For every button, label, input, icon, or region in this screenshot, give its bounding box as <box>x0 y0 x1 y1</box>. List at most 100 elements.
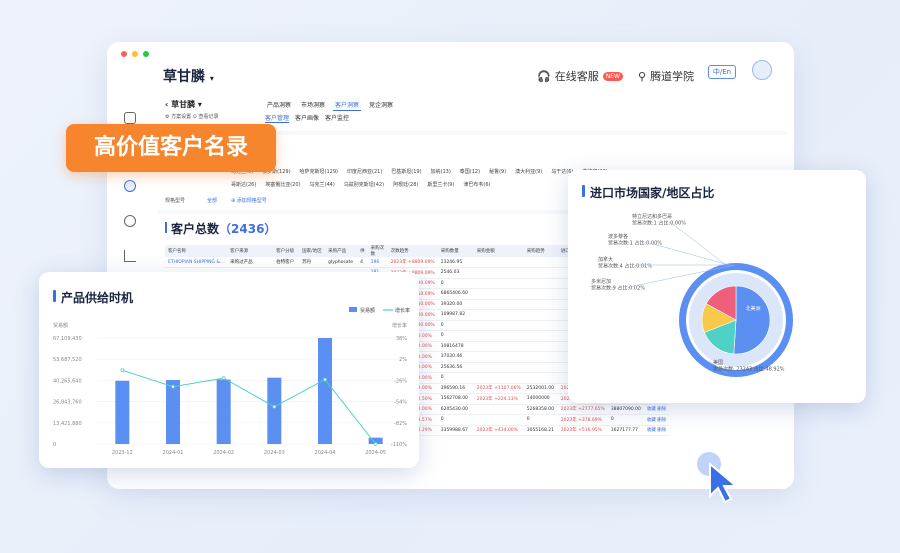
breadcrumb[interactable]: ‹ 草甘膦 ▾ <box>165 99 202 110</box>
annotation-name: 波多黎各 <box>608 233 628 240</box>
tab-customer-insight[interactable]: 客户洞察 <box>333 99 362 111</box>
online-service-button[interactable]: 🎧 在线客服 NEW <box>537 68 623 84</box>
table-cell: 109987.82 <box>437 309 474 321</box>
table-cell <box>523 288 558 300</box>
country-chip[interactable]: 秘鲁(9) <box>489 168 506 175</box>
language-toggle[interactable]: 中/En <box>708 65 736 79</box>
column-header[interactable]: 客户分级 <box>273 245 300 257</box>
tab-market-insight[interactable]: 市场洞察 <box>299 99 327 111</box>
table-cell: 14000000 <box>523 393 558 405</box>
country-chip[interactable]: 哥斯达(26) <box>231 181 256 188</box>
product-selector[interactable]: 草甘膦 ▾ <box>163 66 214 86</box>
growth-point <box>323 377 327 382</box>
table-cell: 2532001.00 <box>523 383 558 394</box>
table-cell: 0 <box>437 414 474 426</box>
column-header[interactable]: 供 <box>357 245 368 257</box>
table-cell: 0 <box>437 320 474 331</box>
annotation-detail: 贸易次数:1 占比:0.00% <box>632 220 686 227</box>
close-dot[interactable] <box>121 51 127 57</box>
top-bar: 草甘膦 ▾ 🎧 在线客服 NEW ⚲ 腾道学院 中/En <box>107 60 794 100</box>
table-cell <box>473 278 524 289</box>
table-cell[interactable]: 收藏 删除 <box>643 414 670 426</box>
table-cell: 6205430.00 <box>437 404 474 415</box>
avatar[interactable] <box>752 60 772 80</box>
country-chip[interactable]: 哈萨克斯坦(129) <box>300 168 338 175</box>
table-cell: 采购过产品 <box>227 257 274 268</box>
country-chip[interactable]: 斯里兰卡(9) <box>427 181 454 188</box>
legend-bar-label: 贸易额 <box>360 307 375 314</box>
table-cell <box>473 341 524 352</box>
minimize-dot[interactable] <box>132 51 138 57</box>
table-cell: 39320.00 <box>437 299 474 310</box>
right-tick-label: -82% <box>394 421 407 427</box>
table-cell <box>473 362 524 373</box>
column-header[interactable]: 客户名称 <box>165 245 228 257</box>
column-header[interactable]: 国家/地区 <box>299 245 326 257</box>
table-cell[interactable]: 收藏 删除 <box>643 425 670 436</box>
table-cell: 23246.95 <box>437 257 474 268</box>
tab-customer-profile[interactable]: 客户画像 <box>295 113 319 123</box>
country-chip[interactable]: 埃塞俄比亚(20) <box>265 181 300 188</box>
tab-customer-monitor[interactable]: 客户监控 <box>325 113 349 123</box>
column-header[interactable]: 次数趋势 <box>387 245 438 257</box>
growth-point <box>272 404 277 409</box>
table-cell: 2023年 +2777.65% <box>557 404 608 415</box>
target-icon[interactable] <box>124 180 136 192</box>
x-tick-label: 2024-02 <box>213 450 234 456</box>
left-tick-label: 53,687,520 <box>53 357 82 363</box>
right-tick-label: -110% <box>391 442 407 448</box>
table-cell <box>473 330 524 342</box>
history-link[interactable]: 查看记录 <box>198 114 218 120</box>
table-cell: 4 <box>357 257 368 268</box>
home-icon[interactable] <box>124 112 136 124</box>
bar <box>267 377 282 444</box>
country-chip[interactable]: 乌克兰(44) <box>310 181 335 188</box>
column-header[interactable]: 采购趋势 <box>523 245 558 257</box>
country-chip[interactable]: 阿根廷(28) <box>393 181 418 188</box>
table-cell[interactable]: 收藏 删除 <box>643 404 670 415</box>
table-cell <box>523 309 558 321</box>
spec-filter-all[interactable]: 全部 <box>207 197 217 204</box>
country-chip[interactable]: 巴基斯坦(19) <box>391 168 421 175</box>
leader-line <box>645 241 730 266</box>
maximize-dot[interactable] <box>143 51 149 57</box>
supply-chart: 贸易额 增长率贸易额 增长率67,109,430 38%53,687,520 2%40,… <box>53 307 410 456</box>
add-spec-button[interactable]: ⊕ 添加规格型号 <box>231 197 267 204</box>
growth-line <box>122 369 377 445</box>
line-chart-icon[interactable] <box>124 250 136 262</box>
import-market-card: 进口市场国家/地区占比 北美洲 特立尼达和多巴哥 贸易次数:1 占比:0.00% 波多… <box>568 170 866 403</box>
country-chip[interactable]: 加纳(13) <box>431 168 451 175</box>
globe-icon[interactable] <box>124 215 136 227</box>
table-cell: 2023年 +434.00% <box>473 425 524 436</box>
table-cell <box>473 299 524 310</box>
column-header[interactable]: 采购产品 <box>325 245 358 257</box>
column-header[interactable]: 采购金额 <box>473 245 524 257</box>
column-header[interactable]: 客户来源 <box>227 245 274 257</box>
country-chip[interactable]: 澳大利亚(9) <box>515 168 542 175</box>
academy-button[interactable]: ⚲ 腾道学院 <box>638 68 694 84</box>
tab-product-insight[interactable]: 产品洞察 <box>265 99 293 111</box>
table-cell <box>523 351 558 363</box>
country-chip[interactable]: 泰国(12) <box>460 168 480 175</box>
table-cell <box>523 320 558 331</box>
left-axis-title: 贸易额 <box>53 322 68 329</box>
table-cell: 2546.03 <box>437 267 474 279</box>
pie-chart: 北美洲特立尼达和多巴哥贸易次数:1 占比:0.00%波多黎各贸易次数:1 占比:… <box>591 213 793 377</box>
tab-competitor-insight[interactable]: 竞企洞察 <box>367 99 395 111</box>
country-chip[interactable]: 乌兹别克斯坦(42) <box>344 181 384 188</box>
table-cell: 1627177.77 <box>607 425 644 436</box>
annotation-detail: 贸易次数: 23243 占比:48.92% <box>713 366 785 373</box>
column-header[interactable]: 采购次数 <box>367 245 388 257</box>
supply-timing-card: 产品供给时机 贸易额 增长率 贸易额 增长率 67,109,430 38% 53,687,5… <box>39 272 419 468</box>
column-header[interactable]: 采购数量 <box>437 245 474 257</box>
customer-total-count: （2436） <box>219 222 277 236</box>
left-tick-label: 40,265,640 <box>53 378 82 384</box>
growth-point <box>171 384 175 389</box>
table-cell: 2023年 +8809.09% <box>387 257 438 268</box>
scheme-settings-link[interactable]: 方案设置 <box>171 114 191 120</box>
table-cell: 2023年 +378.69% <box>557 414 608 426</box>
country-chip[interactable]: 印度尼西亚(21) <box>347 168 382 175</box>
country-chip[interactable]: 津巴布韦(6) <box>463 181 490 188</box>
scheme-links[interactable]: ⚙ 方案设置 ⊙ 查看记录 <box>165 113 218 120</box>
tab-customer-management[interactable]: 客户管理 <box>265 113 290 123</box>
